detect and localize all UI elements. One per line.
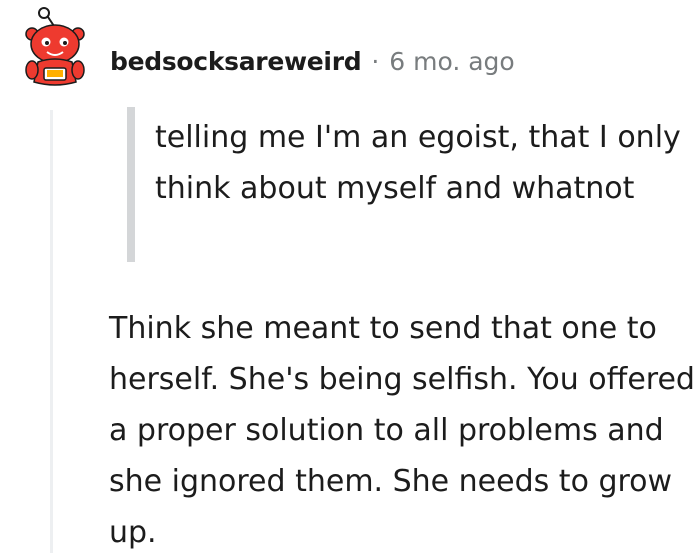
thread-collapse-line[interactable] (50, 110, 53, 553)
meta-separator: · (371, 46, 380, 76)
reddit-snoo-avatar-icon[interactable] (14, 6, 96, 88)
comment-header: bedsocksareweird · 6 mo. ago (110, 38, 515, 84)
blockquote-bar (127, 107, 135, 262)
comment-timestamp[interactable]: 6 mo. ago (389, 47, 514, 76)
comment-body: Think she meant to send that one to hers… (109, 311, 695, 550)
blockquote-text: telling me I'm an egoist, that I only th… (155, 120, 681, 206)
comment-author-link[interactable]: bedsocksareweird (110, 47, 362, 76)
